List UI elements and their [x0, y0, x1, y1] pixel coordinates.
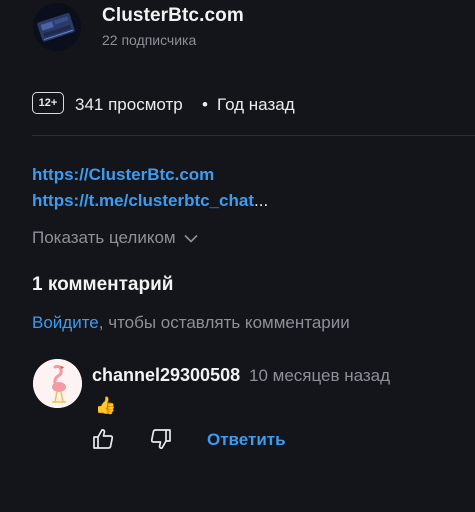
comments-title: 1 комментарий: [32, 274, 174, 295]
comment-text: 👍: [95, 396, 117, 415]
flamingo-avatar-icon: [33, 359, 82, 408]
comment-author[interactable]: channel29300508: [92, 365, 240, 386]
show-more-label: Показать целиком: [32, 228, 176, 247]
reply-button[interactable]: Ответить: [207, 430, 286, 450]
show-more-button[interactable]: Показать целиком: [32, 228, 198, 248]
age-rating-badge: 12+: [32, 92, 64, 114]
channel-logo-icon: [33, 3, 81, 51]
description-link-telegram[interactable]: https://t.me/clusterbtc_chat...: [32, 191, 268, 211]
channel-name[interactable]: ClusterBtc.com: [102, 5, 244, 27]
meta-separator: •: [202, 95, 208, 114]
description-link-ellipsis: ...: [254, 191, 269, 210]
dislike-button[interactable]: [148, 428, 172, 450]
thumbs-up-icon: [93, 429, 114, 449]
subscriber-count: 22 подписчика: [102, 32, 197, 48]
like-button[interactable]: [92, 428, 116, 450]
login-prompt-text: , чтобы оставлять комментарии: [98, 313, 350, 332]
thumbs-down-icon: [150, 429, 171, 449]
posted-time: Год назад: [217, 95, 295, 114]
login-prompt: Войдите, чтобы оставлять комментарии: [32, 313, 350, 333]
channel-avatar[interactable]: [33, 3, 81, 51]
chevron-down-icon: [184, 234, 198, 243]
comment-author-avatar[interactable]: [33, 359, 82, 408]
divider: [32, 135, 475, 136]
description-link-telegram-text[interactable]: https://t.me/clusterbtc_chat: [32, 191, 254, 210]
description-link-site[interactable]: https://ClusterBtc.com: [32, 165, 214, 185]
login-link[interactable]: Войдите: [32, 313, 99, 332]
view-count: 341 просмотр: [75, 95, 183, 114]
comment-time: 10 месяцев назад: [249, 366, 391, 385]
